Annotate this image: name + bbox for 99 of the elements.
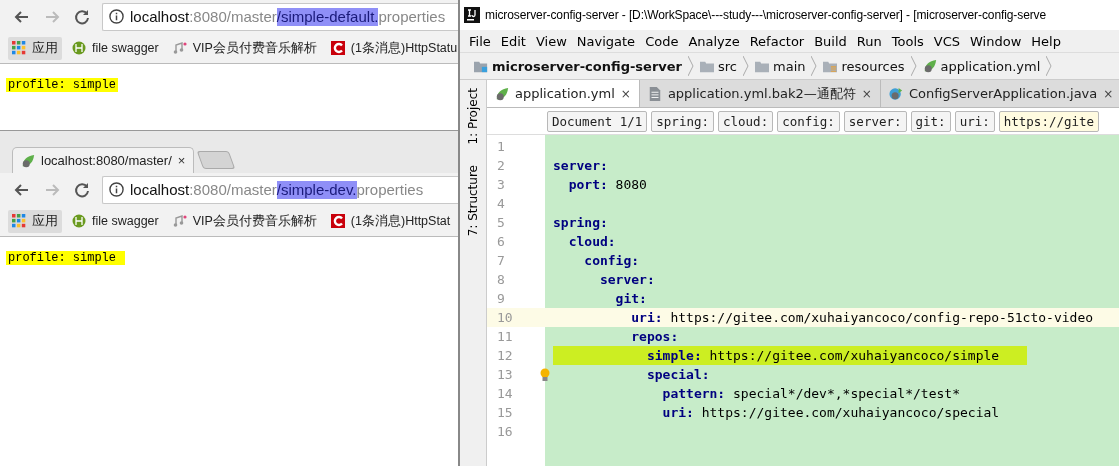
page-text: profile: simple <box>6 78 119 92</box>
module-folder-icon <box>474 59 488 73</box>
menu-item[interactable]: Tools <box>886 33 929 49</box>
line-number: 10 <box>496 310 514 325</box>
line-number: 15 <box>496 405 514 420</box>
code-line: repos: <box>630 328 679 346</box>
line-number: 13 <box>496 367 514 382</box>
menu-item[interactable]: Edit <box>495 33 531 49</box>
breadcrumb-item[interactable]: main <box>753 58 808 74</box>
tool-window-button[interactable]: 7: Structure <box>466 164 480 236</box>
line-number: 5 <box>496 215 506 230</box>
music-note-icon <box>172 41 187 55</box>
folder-icon <box>700 59 714 73</box>
bookmark[interactable]: (1条消息)HttpStatu <box>326 36 458 60</box>
editor-tab[interactable]: application.yml.bak2—通配符 × <box>639 80 881 107</box>
close-tab-button[interactable]: × <box>861 86 872 101</box>
line-number: 9 <box>496 291 506 306</box>
line-number: 14 <box>496 386 514 401</box>
info-icon[interactable] <box>109 182 124 197</box>
menu-item[interactable]: Window <box>965 33 1027 49</box>
editor-tab[interactable]: application.yml × <box>487 80 640 107</box>
line-number: 4 <box>496 196 506 211</box>
close-tab-button[interactable]: × <box>1103 86 1114 101</box>
close-tab-button[interactable]: × <box>177 153 186 168</box>
folder-icon <box>755 59 769 73</box>
bookmark[interactable]: VIP会员付费音乐解析 <box>168 209 321 233</box>
leaf-file-icon <box>922 59 937 73</box>
leaf-file-icon <box>495 86 509 101</box>
page-text: profile: simple <box>6 251 126 265</box>
menu-item[interactable]: File <box>464 33 496 49</box>
tool-window-button[interactable]: 1: Project <box>466 88 480 145</box>
menu-item[interactable]: Refactor <box>744 33 810 49</box>
line-number: 1 <box>496 139 506 154</box>
path-segment[interactable]: uri: <box>954 110 995 132</box>
code-line: uri: https://gitee.com/xuhaiyancoco/config-repo-51cto-video <box>630 309 1094 327</box>
bookmark[interactable]: VIP会员付费音乐解析 <box>168 36 321 60</box>
menu-item[interactable]: Navigate <box>571 33 641 49</box>
menu-item[interactable]: Analyze <box>683 33 745 49</box>
line-number: 11 <box>496 329 514 344</box>
code-line: cloud: <box>567 233 616 251</box>
editor-tab[interactable]: ConfigServerApplication.java × <box>880 80 1119 107</box>
path-segment[interactable]: Document 1/1 <box>547 110 648 132</box>
bookmark[interactable]: 应用 <box>8 36 62 60</box>
line-number: 7 <box>496 253 506 268</box>
music-note-icon <box>172 214 187 228</box>
path-segment[interactable]: git: <box>910 110 951 132</box>
code-line: port: 8080 <box>567 176 647 194</box>
chevron-icon <box>1046 56 1053 76</box>
app-logo-icon <box>464 7 480 23</box>
close-tab-button[interactable]: × <box>620 86 631 101</box>
menu-item[interactable]: Help <box>1026 33 1066 49</box>
path-segment[interactable]: config: <box>777 110 840 132</box>
chevron-icon <box>743 56 749 76</box>
window-title: microserver-config-server - [D:\WorkSpace\---study---\microserver-config-server] - [microserver-config-serve <box>485 8 1047 22</box>
code-line: special: <box>645 366 710 384</box>
menu-item[interactable]: VCS <box>928 33 966 49</box>
leaf-file-icon <box>21 153 35 168</box>
path-segment[interactable]: cloud: <box>718 110 774 132</box>
apps-grid-icon <box>12 41 26 55</box>
line-number: 6 <box>496 234 506 249</box>
code-line: server: <box>553 157 608 175</box>
apps-grid-icon <box>12 214 26 228</box>
bookmark[interactable]: file swagger <box>68 211 163 231</box>
breadcrumb-item[interactable]: microserver-config-server <box>472 58 684 74</box>
line-number: 2 <box>496 158 506 173</box>
line-number: 12 <box>496 348 514 363</box>
menu-item[interactable]: View <box>530 33 572 49</box>
bookmark[interactable]: file swagger <box>68 38 163 58</box>
lightbulb-icon[interactable] <box>539 367 551 382</box>
letter-c-logo-icon <box>330 214 345 228</box>
line-number: 3 <box>496 177 506 192</box>
code-line: pattern: special*/dev*,*special*/test* <box>661 385 960 403</box>
path-segment[interactable]: spring: <box>651 110 714 132</box>
breadcrumb-item[interactable]: application.yml <box>920 58 1043 74</box>
code-line: git: <box>614 290 647 308</box>
code-line: config: <box>583 252 640 270</box>
chevron-icon <box>811 56 818 76</box>
line-number: 16 <box>496 424 514 439</box>
bookmark[interactable]: 应用 <box>8 209 62 233</box>
menu-item[interactable]: Code <box>640 33 684 49</box>
breadcrumb-item[interactable]: resources <box>821 58 907 74</box>
menu-item[interactable]: Run <box>851 33 887 49</box>
breadcrumb-item[interactable]: src <box>698 58 739 74</box>
letter-c-logo-icon <box>330 41 345 55</box>
line-number: 8 <box>496 272 506 287</box>
browser-tab[interactable]: localhost:8080/master/ × <box>12 147 195 173</box>
code-line: server: <box>598 271 655 289</box>
resources-folder-icon <box>823 59 838 73</box>
path-segment[interactable]: https://gite <box>998 110 1100 132</box>
text-file-icon <box>647 86 662 101</box>
code-line: uri: https://gitee.com/xuhaiyancoco/special <box>661 404 1000 422</box>
chevron-icon <box>910 56 917 76</box>
menu-item[interactable]: Build <box>809 33 852 49</box>
info-icon[interactable] <box>109 9 124 24</box>
code-line: spring: <box>553 214 608 232</box>
path-segment[interactable]: server: <box>843 110 907 132</box>
class-file-icon <box>888 86 903 101</box>
chevron-icon <box>688 56 694 76</box>
bookmark[interactable]: (1条消息)HttpStat <box>326 209 455 233</box>
